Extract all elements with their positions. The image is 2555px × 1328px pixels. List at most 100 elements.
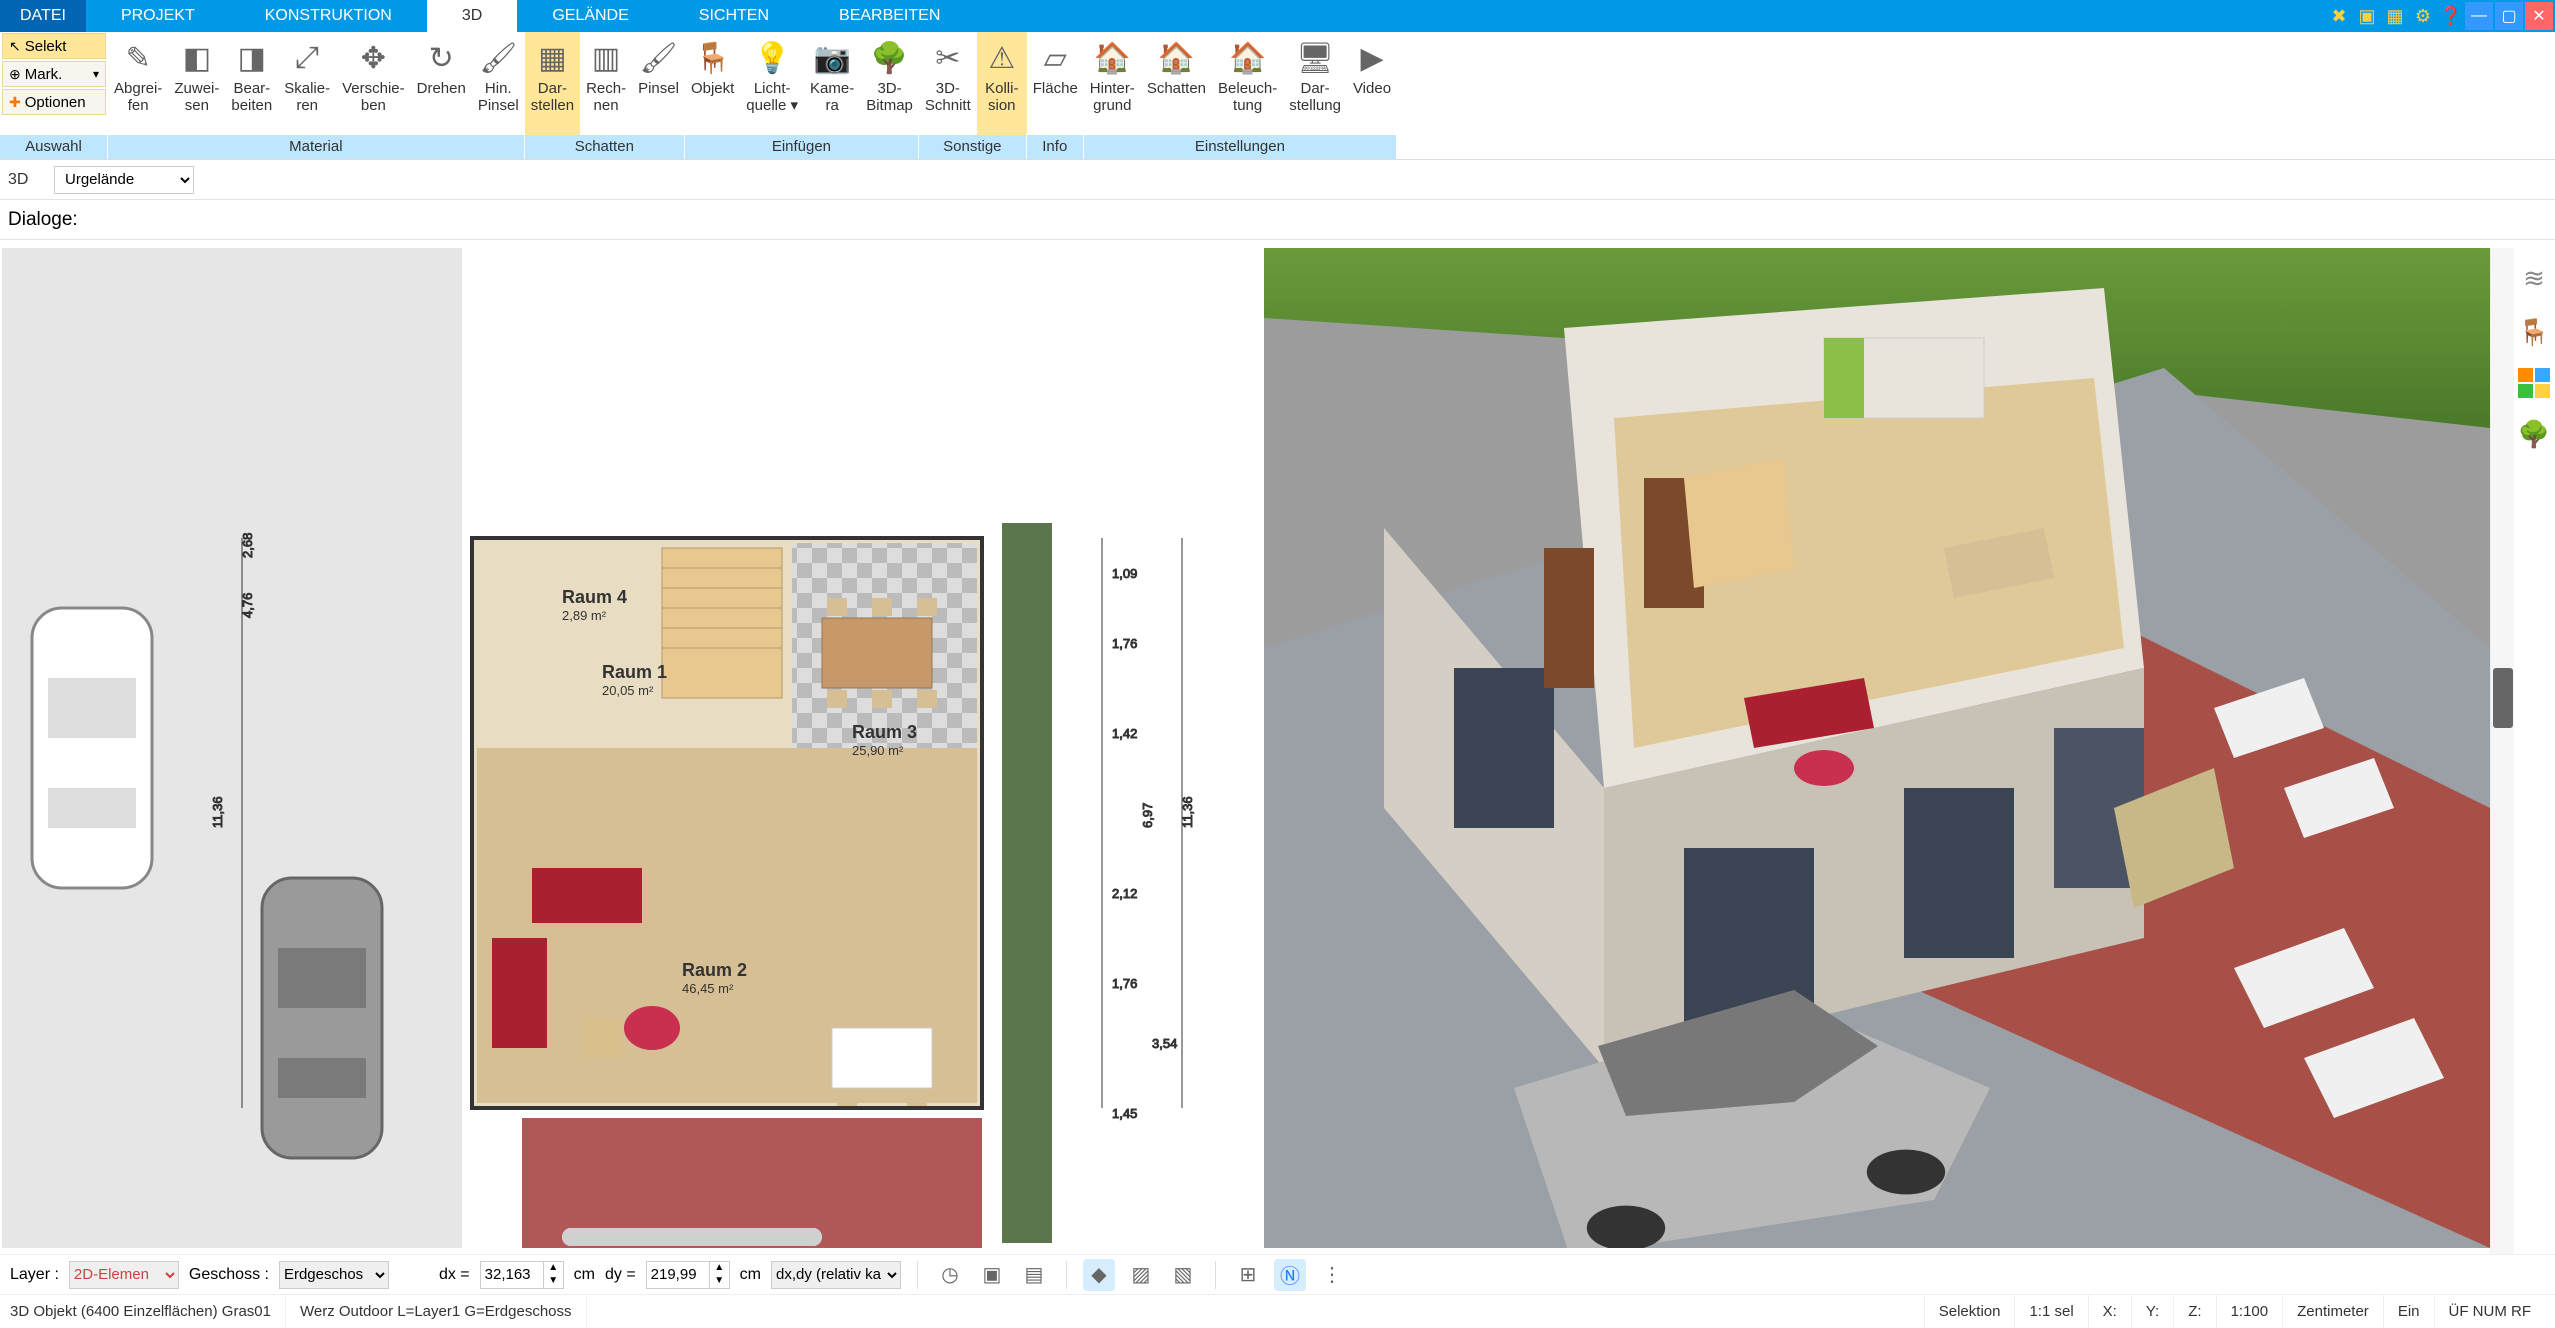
- floor-dropdown[interactable]: Erdgeschos: [279, 1261, 389, 1289]
- layer-select[interactable]: Urgelände: [54, 166, 194, 194]
- rel-dropdown[interactable]: dx,dy (relativ ka: [771, 1261, 901, 1289]
- tool-icon: 🏠: [1229, 36, 1266, 80]
- tool-einstellungen-1[interactable]: 🏠Schatten: [1141, 32, 1212, 135]
- tool-label: Schatten: [1147, 80, 1206, 97]
- tool-material-5[interactable]: ↻Drehen: [411, 32, 472, 135]
- tool-schatten-0[interactable]: ▦Dar-stellen: [525, 32, 580, 135]
- tool-material-2[interactable]: ◨Bear-beiten: [225, 32, 278, 135]
- svg-text:Raum 1: Raum 1: [602, 662, 667, 682]
- tool-sonstige-1[interactable]: ⚠Kolli-sion: [977, 32, 1027, 135]
- svg-text:1,45: 1,45: [1112, 1106, 1137, 1121]
- tool-einfügen-3[interactable]: 🌳3D-Bitmap: [860, 32, 919, 135]
- tool-icon: 🖌: [639, 36, 677, 80]
- tab-bearbeiten[interactable]: BEARBEITEN: [804, 0, 975, 32]
- options-label: Optionen: [25, 94, 86, 111]
- chair-icon[interactable]: 🪑: [2516, 314, 2552, 350]
- tool-icon: ✂: [935, 36, 960, 80]
- grid2-icon[interactable]: Ⓝ: [1274, 1259, 1306, 1291]
- snap2-icon[interactable]: ▨: [1125, 1259, 1157, 1291]
- clock-icon[interactable]: ◷: [934, 1259, 966, 1291]
- tool-info-0[interactable]: ▱Fläche: [1027, 32, 1084, 135]
- tool-schatten-2[interactable]: 🖌Pinsel: [632, 32, 685, 135]
- sofa-2: [492, 938, 547, 1048]
- tool-label2: ren: [296, 97, 318, 114]
- scrollbar-3d[interactable]: [2490, 248, 2514, 1254]
- tab-konstruktion[interactable]: KONSTRUKTION: [230, 0, 427, 32]
- doc-icon[interactable]: ▤: [1018, 1259, 1050, 1291]
- tool-material-0[interactable]: ✎Abgrei-fen: [108, 32, 168, 135]
- tool-einfügen-2[interactable]: 📷Kame-ra: [804, 32, 860, 135]
- tool-label: Licht-: [754, 80, 791, 97]
- status-selcount: 1:1 sel: [2014, 1295, 2087, 1328]
- tool-material-4[interactable]: ✥Verschie-ben: [336, 32, 411, 135]
- floor-label: Geschoss :: [189, 1266, 269, 1284]
- extra-icon[interactable]: ⋮: [1316, 1259, 1348, 1291]
- tool-icon-3[interactable]: ▦: [2381, 2, 2409, 30]
- view-3d[interactable]: [1264, 248, 2490, 1248]
- aim-icon: ⊕: [9, 66, 21, 83]
- maximize-button[interactable]: ▢: [2495, 2, 2523, 30]
- tool-sonstige-0[interactable]: ✂3D-Schnitt: [919, 32, 977, 135]
- ribbon: ↖Selekt ⊕Mark.▾ ✚Optionen Auswahl ✎Abgre…: [0, 32, 2555, 160]
- layer-dropdown[interactable]: 2D-Elemen: [69, 1261, 179, 1289]
- tool-icon-1[interactable]: ✖: [2325, 2, 2353, 30]
- tool-material-6[interactable]: 🖌Hin.Pinsel: [472, 32, 525, 135]
- svg-text:3,54: 3,54: [1152, 1036, 1177, 1051]
- tool-einstellungen-2[interactable]: 🏠Beleuch-tung: [1212, 32, 1283, 135]
- tool-icon: ✥: [361, 36, 386, 80]
- tool-label: Drehen: [417, 80, 466, 97]
- layers-icon[interactable]: ≋: [2516, 260, 2552, 296]
- help-icon[interactable]: ❓: [2437, 2, 2465, 30]
- svg-text:1,42: 1,42: [1112, 726, 1137, 741]
- side-toolbar: ≋ 🪑 🌳: [2514, 248, 2554, 1254]
- tool-einstellungen-0[interactable]: 🏠Hinter-grund: [1084, 32, 1141, 135]
- floorplan-canvas[interactable]: Raum 4 2,89 m² Raum 1 20,05 m² Raum 3 25…: [2, 248, 1246, 1248]
- tab-gelaende[interactable]: GELÄNDE: [517, 0, 663, 32]
- tool-einfügen-1[interactable]: 💡Licht-quelle ▾: [740, 32, 804, 135]
- dy-input[interactable]: ▲▼: [646, 1261, 730, 1289]
- tool-einfügen-0[interactable]: 🪑Objekt: [685, 32, 740, 135]
- mode-label: 3D: [8, 171, 46, 189]
- close-button[interactable]: ✕: [2525, 2, 2553, 30]
- tool-icon: 🖌: [479, 36, 517, 80]
- mark-button[interactable]: ⊕Mark.▾: [2, 61, 106, 87]
- minimize-button[interactable]: —: [2465, 2, 2493, 30]
- tool-material-1[interactable]: ◧Zuwei-sen: [168, 32, 225, 135]
- tab-datei[interactable]: DATEI: [0, 0, 86, 32]
- tree-icon[interactable]: 🌳: [2516, 416, 2552, 452]
- tool-label: Verschie-: [342, 80, 405, 97]
- palette-icon[interactable]: [2518, 368, 2550, 398]
- select-button[interactable]: ↖Selekt: [2, 33, 106, 59]
- options-button[interactable]: ✚Optionen: [2, 89, 106, 115]
- grid1-icon[interactable]: ⊞: [1232, 1259, 1264, 1291]
- tool-label2: quelle ▾: [746, 97, 798, 114]
- tool-icon: ⚠: [988, 36, 1015, 80]
- splitter[interactable]: [1246, 248, 1264, 1254]
- tool-label: Pinsel: [638, 80, 679, 97]
- svg-text:2,89 m²: 2,89 m²: [562, 608, 607, 623]
- dx-input[interactable]: ▲▼: [480, 1261, 564, 1289]
- tool-label: Hin.: [485, 80, 512, 97]
- render-canvas[interactable]: [1264, 248, 2490, 1248]
- tool-einstellungen-4[interactable]: ▶Video: [1347, 32, 1397, 135]
- tool-icon-2[interactable]: ▣: [2353, 2, 2381, 30]
- tool-label: Bear-: [233, 80, 270, 97]
- tool-schatten-1[interactable]: ▥Rech-nen: [580, 32, 632, 135]
- tab-3d[interactable]: 3D: [427, 0, 517, 32]
- view-2d[interactable]: Raum 4 2,89 m² Raum 1 20,05 m² Raum 3 25…: [2, 248, 1246, 1248]
- hscroll-2d[interactable]: [562, 1228, 822, 1246]
- camera-icon[interactable]: ▣: [976, 1259, 1008, 1291]
- group-label-sonstige: Sonstige: [919, 135, 1027, 159]
- dialog-bar: Dialoge:: [0, 200, 2555, 240]
- status-left: 3D Objekt (6400 Einzelflächen) Gras01: [10, 1295, 285, 1328]
- snap3-icon[interactable]: ▧: [1167, 1259, 1199, 1291]
- tool-icon-4[interactable]: ⚙: [2409, 2, 2437, 30]
- tool-label2: sen: [185, 97, 209, 114]
- tab-projekt[interactable]: PROJEKT: [86, 0, 230, 32]
- tool-einstellungen-3[interactable]: 🖥Dar-stellung: [1283, 32, 1347, 135]
- svg-text:1,09: 1,09: [1112, 566, 1137, 581]
- tab-sichten[interactable]: SICHTEN: [664, 0, 804, 32]
- svg-text:Raum 3: Raum 3: [852, 722, 917, 742]
- snap1-icon[interactable]: ◆: [1083, 1259, 1115, 1291]
- tool-material-3[interactable]: ⤢Skalie-ren: [278, 32, 336, 135]
